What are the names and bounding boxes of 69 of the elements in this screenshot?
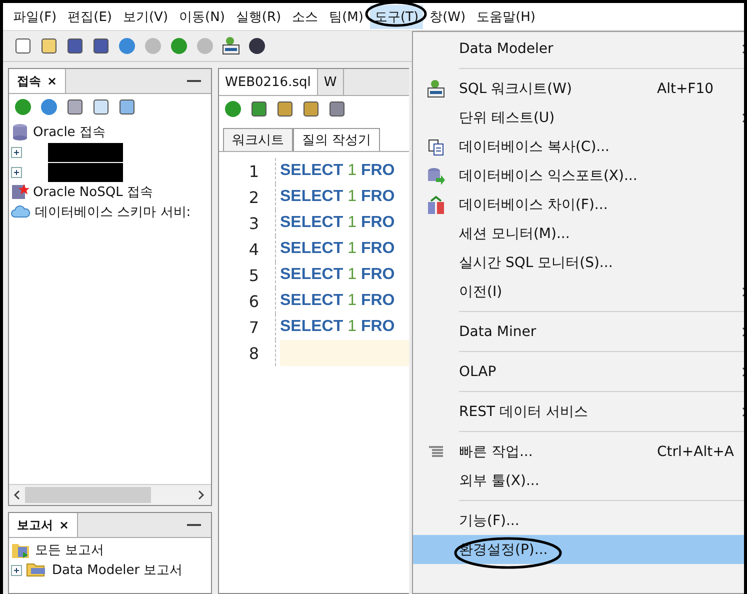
line-number: 7	[248, 318, 259, 336]
menu-item[interactable]: 빠른 작업... Ctrl+Alt+A	[413, 437, 744, 466]
expand-icon[interactable]	[11, 166, 22, 178]
reports-folder-icon	[11, 541, 31, 559]
menu-item[interactable]: 실시간 SQL 모니터(S)...	[413, 248, 744, 277]
menu-item[interactable]: SQL 워크시트(W) Alt+F10	[413, 74, 744, 103]
panel-tab[interactable]: 보고서 ×	[9, 513, 78, 537]
code-line: SELECT 1 FRO	[280, 317, 396, 337]
horizontal-scrollbar[interactable]	[9, 484, 211, 505]
sql-worksheet-icon	[221, 36, 241, 56]
database-diff-icon	[427, 194, 445, 214]
menu-title[interactable]: 소스	[288, 4, 322, 28]
menu-item[interactable]: 세션 모니터(M)...	[413, 219, 744, 248]
menu-item[interactable]: 기능(F)...	[413, 506, 744, 535]
list-icon	[428, 444, 444, 458]
editor-tab[interactable]: WEB0216.sql	[219, 69, 318, 95]
code-line: SELECT 1 FRO	[280, 161, 396, 181]
menu-title[interactable]: 파일(F)	[9, 4, 61, 28]
menu-item[interactable]: 데이터베이스 복사(C)...	[413, 132, 744, 161]
database-icon	[11, 123, 29, 141]
nosql-database-icon	[11, 183, 29, 201]
menu-title[interactable]: 팀(M)	[325, 4, 368, 28]
code-line: SELECT 1 FRO	[280, 239, 396, 259]
menu-title[interactable]: 이동(N)	[175, 4, 229, 28]
menu-item[interactable]: 단위 테스트(U)	[413, 103, 744, 132]
line-number: 3	[248, 214, 259, 232]
menu-item[interactable]: Data Modeler	[413, 34, 744, 63]
menu-title[interactable]: 창(W)	[426, 4, 470, 28]
menu-title[interactable]: 실행(R)	[232, 4, 286, 28]
line-number: 5	[248, 266, 259, 284]
menu-title[interactable]: 보기(V)	[118, 4, 172, 28]
tree-item[interactable]: Oracle NoSQL 접속	[33, 183, 153, 201]
line-number: 4	[248, 240, 259, 258]
menu-title[interactable]: 도움말(H)	[472, 4, 540, 28]
scroll-left-icon[interactable]	[13, 490, 21, 500]
line-number: 2	[248, 188, 259, 206]
menu-title[interactable]: 편집(E)	[64, 4, 116, 28]
copy-icon	[427, 138, 445, 156]
code-line: SELECT 1 FRO	[280, 187, 396, 207]
line-number: 6	[248, 292, 259, 310]
menu-item[interactable]: OLAP	[413, 357, 744, 386]
expand-icon[interactable]	[11, 146, 22, 158]
tree-item[interactable]: 모든 보고서	[35, 541, 104, 559]
tree-item[interactable]: Data Modeler 보고서	[52, 561, 183, 579]
line-number: 1	[248, 162, 259, 180]
code-line: SELECT 1 FRO	[280, 291, 396, 311]
menu-item[interactable]: 이전(I)	[413, 277, 744, 306]
cloud-icon	[11, 205, 31, 219]
close-icon[interactable]: ×	[47, 74, 58, 88]
shortcut-text: Alt+F10	[657, 80, 714, 96]
close-icon[interactable]: ×	[59, 518, 70, 532]
code-line: SELECT 1 FRO	[280, 265, 396, 285]
sub-tab[interactable]: 질의 작성기	[293, 128, 380, 151]
expand-icon[interactable]	[11, 564, 22, 576]
menu-item[interactable]: Data Miner	[413, 317, 744, 346]
code-line: SELECT 1 FRO	[280, 213, 396, 233]
shortcut-text: Ctrl+Alt+A	[657, 444, 734, 460]
menu-item[interactable]: REST 데이터 서비스	[413, 397, 744, 426]
panel-tab[interactable]: 접속 ×	[9, 69, 66, 93]
tree-item[interactable]: 데이터베이스 스키마 서비:	[35, 203, 191, 221]
sub-tab[interactable]: 워크시트	[223, 128, 293, 151]
menu-item[interactable]: 데이터베이스 차이(F)...	[413, 190, 744, 219]
menu-item[interactable]: 데이터베이스 익스포트(X)...	[413, 161, 744, 190]
tree-item[interactable]: Oracle 접속	[33, 123, 106, 141]
menu-item[interactable]: 외부 툴(X)...	[413, 466, 744, 495]
sql-worksheet-icon	[426, 78, 446, 98]
scroll-right-icon[interactable]	[197, 490, 205, 500]
line-number: 8	[248, 344, 259, 362]
database-export-icon	[426, 166, 446, 186]
